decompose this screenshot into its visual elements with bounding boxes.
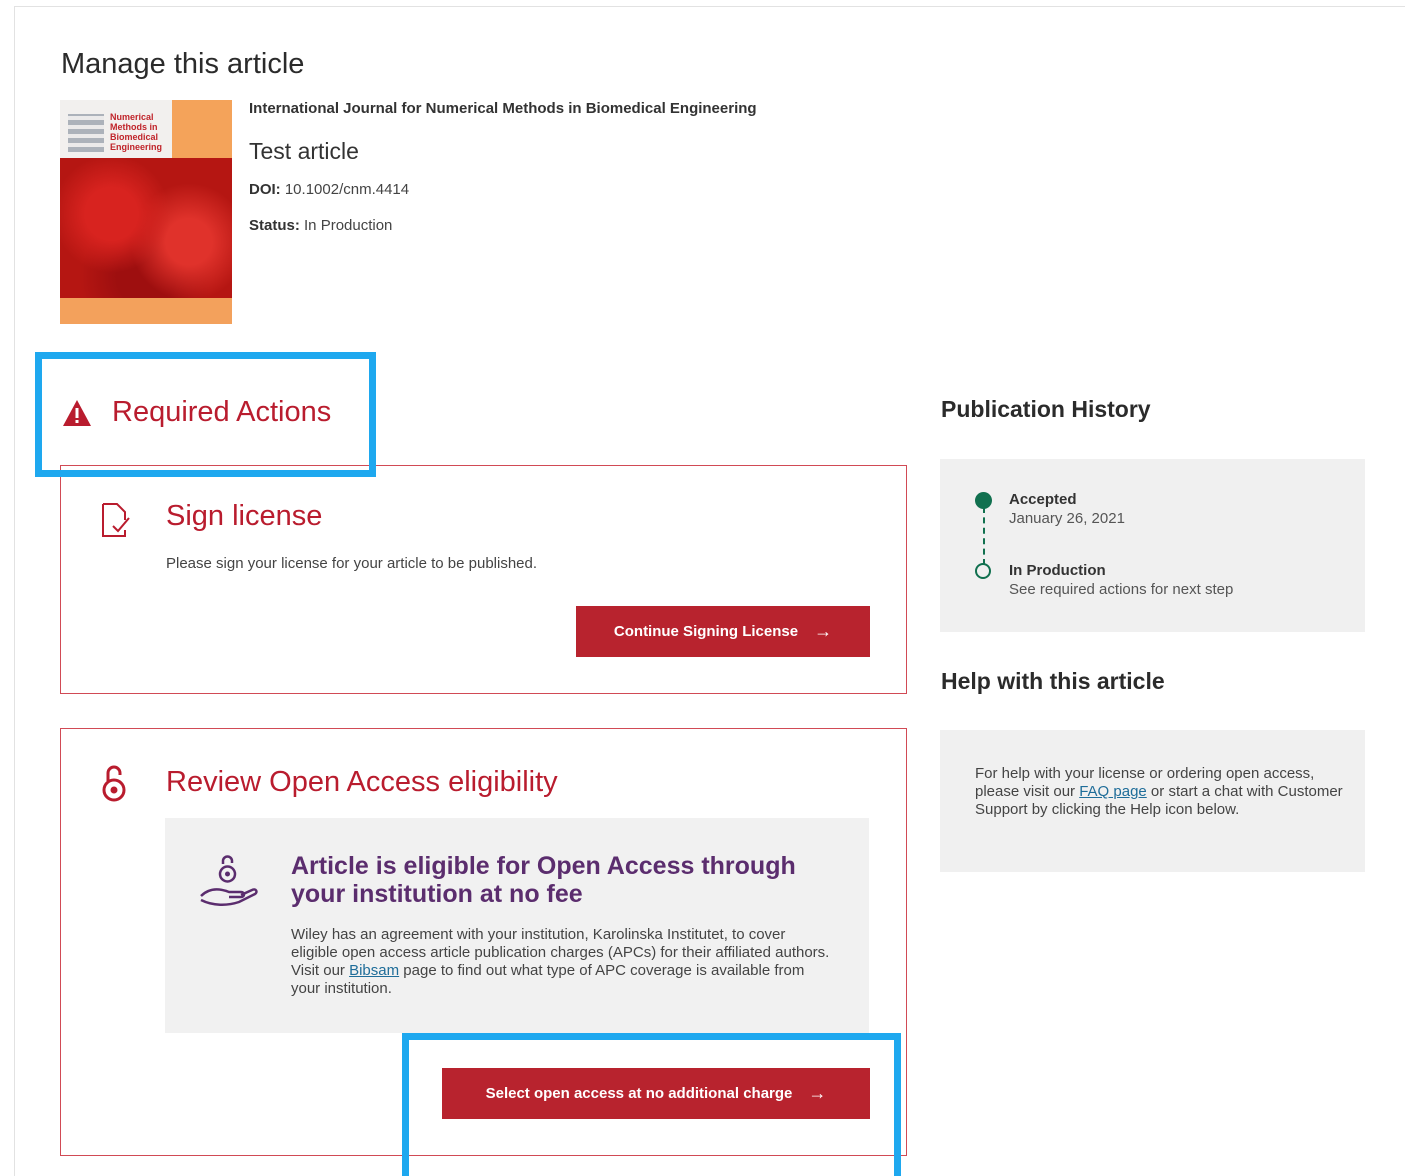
timeline-dot-complete-icon	[975, 492, 992, 509]
help-heading: Help with this article	[941, 668, 1165, 694]
faq-link[interactable]: FAQ page	[1079, 783, 1147, 800]
status-value: In Production	[304, 217, 393, 234]
cover-thumbnails	[68, 114, 104, 152]
document-check-icon	[102, 503, 130, 537]
publication-history-panel: Accepted January 26, 2021 In Production …	[940, 459, 1365, 632]
help-panel: For help with your license or ordering o…	[940, 730, 1365, 872]
eligibility-description: Wiley has an agreement with your institu…	[291, 926, 831, 998]
sign-license-title: Sign license	[166, 500, 323, 532]
article-status: Status: In Production	[249, 217, 392, 234]
history-item-label: Accepted	[1009, 491, 1077, 508]
history-item-sub: January 26, 2021	[1009, 510, 1125, 527]
cover-title: Numerical Methods in Biomedical Engineer…	[110, 112, 163, 152]
article-title: Test article	[249, 138, 359, 164]
page-title: Manage this article	[61, 48, 305, 80]
arrow-right-icon: →	[814, 621, 833, 641]
status-label: Status:	[249, 217, 300, 234]
help-text: For help with your license or ordering o…	[975, 765, 1345, 819]
continue-signing-license-button[interactable]: Continue Signing License →	[576, 606, 870, 657]
publication-history-heading: Publication History	[941, 396, 1151, 422]
history-item-label: In Production	[1009, 562, 1106, 579]
cover-footer	[60, 298, 232, 324]
journal-name: International Journal for Numerical Meth…	[249, 100, 757, 117]
hand-open-access-icon	[200, 855, 258, 906]
doi-label: DOI:	[249, 181, 281, 198]
highlight-box	[35, 352, 376, 477]
continue-signing-license-label: Continue Signing License	[613, 623, 799, 640]
sign-license-card: Sign license Please sign your license fo…	[60, 465, 907, 694]
timeline-connector	[983, 507, 985, 565]
cover-strip	[172, 100, 232, 158]
sign-license-description: Please sign your license for your articl…	[166, 555, 538, 572]
bibsam-link[interactable]: Bibsam	[349, 962, 399, 979]
open-access-eligibility-panel: Article is eligible for Open Access thro…	[165, 818, 869, 1033]
open-access-title: Review Open Access eligibility	[166, 766, 558, 798]
doi-value: 10.1002/cnm.4414	[284, 181, 410, 198]
open-access-lock-icon	[102, 765, 126, 802]
highlight-box	[402, 1033, 901, 1176]
article-doi: DOI: 10.1002/cnm.4414	[249, 181, 409, 198]
cover-header: Numerical Methods in Biomedical Engineer…	[60, 100, 232, 158]
timeline-dot-current-icon	[975, 563, 991, 579]
eligibility-title: Article is eligible for Open Access thro…	[291, 852, 796, 908]
journal-cover-image: Numerical Methods in Biomedical Engineer…	[60, 100, 232, 324]
cover-art	[60, 158, 232, 298]
history-item-sub: See required actions for next step	[1009, 581, 1234, 598]
